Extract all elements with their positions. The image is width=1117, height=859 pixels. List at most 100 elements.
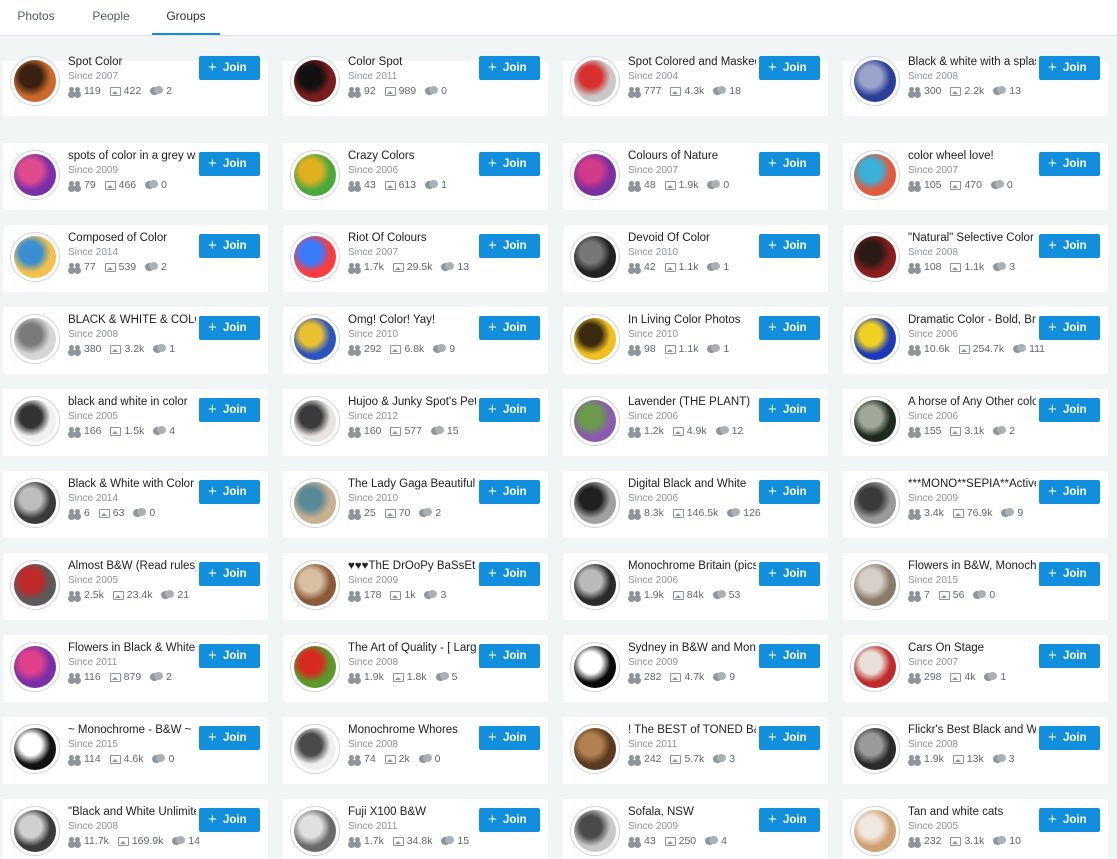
join-button[interactable]: + Join — [1039, 808, 1100, 832]
group-card[interactable]: In Living Color Photos Since 2010 98 1.1… — [563, 307, 828, 374]
join-button[interactable]: + Join — [1039, 234, 1100, 258]
join-button[interactable]: + Join — [1039, 398, 1100, 422]
group-name[interactable]: Black & white with a splash — [908, 54, 1036, 70]
group-name[interactable]: A horse of Any Other color — [908, 394, 1036, 410]
group-avatar[interactable] — [570, 642, 620, 692]
group-card[interactable]: color wheel love! Since 2007 105 470 0 +… — [843, 143, 1108, 210]
group-name[interactable]: Black & White with Color — [68, 476, 196, 492]
join-button[interactable]: + Join — [1039, 480, 1100, 504]
group-name[interactable]: Tan and white cats — [908, 804, 1036, 820]
group-card[interactable]: Dramatic Color - Bold, Bright Since 2006… — [843, 307, 1108, 374]
join-button[interactable]: + Join — [759, 398, 820, 422]
group-name[interactable]: Omg! Color! Yay! — [348, 312, 476, 328]
group-card[interactable]: The Art of Quality - [ Large ] Since 200… — [283, 635, 548, 702]
join-button[interactable]: + Join — [1039, 316, 1100, 340]
join-button[interactable]: + Join — [479, 480, 540, 504]
group-avatar[interactable] — [850, 642, 900, 692]
group-name[interactable]: Sofala, NSW — [628, 804, 756, 820]
tab-photos[interactable]: Photos — [0, 0, 72, 35]
group-card[interactable]: Devoid Of Color Since 2010 42 1.1k 1 + J… — [563, 225, 828, 292]
group-avatar[interactable] — [850, 560, 900, 610]
group-name[interactable]: ***MONO**SEPIA**Active — [908, 476, 1036, 492]
group-name[interactable]: black and white in color — [68, 394, 196, 410]
join-button[interactable]: + Join — [199, 726, 260, 750]
group-name[interactable]: The Art of Quality - [ Large ] — [348, 640, 476, 656]
group-name[interactable]: In Living Color Photos — [628, 312, 756, 328]
group-card[interactable]: Sydney in B&W and Mono Since 2009 282 4.… — [563, 635, 828, 702]
group-avatar[interactable] — [10, 56, 60, 106]
group-name[interactable]: Devoid Of Color — [628, 230, 756, 246]
group-avatar[interactable] — [570, 396, 620, 446]
group-card[interactable]: Color Spot Since 2011 92 989 0 + Join — [283, 56, 548, 116]
group-name[interactable]: spots of color in a grey world — [68, 148, 196, 164]
group-name[interactable]: Flickr's Best Black and White — [908, 722, 1036, 738]
group-name[interactable]: Cars On Stage — [908, 640, 1036, 656]
group-name[interactable]: "Black and White Unlimited" — [68, 804, 196, 820]
group-avatar[interactable] — [850, 478, 900, 528]
group-name[interactable]: BLACK & WHITE & COLOR — [68, 312, 196, 328]
join-button[interactable]: + Join — [479, 234, 540, 258]
join-button[interactable]: + Join — [479, 808, 540, 832]
group-avatar[interactable] — [850, 150, 900, 200]
group-avatar[interactable] — [290, 642, 340, 692]
group-name[interactable]: Fuji X100 B&W — [348, 804, 476, 820]
group-name[interactable]: ♥♥♥ThE DrOoPy BaSsEtS — [348, 558, 476, 574]
group-card[interactable]: Flowers in B&W, Monochrome Since 2015 7 … — [843, 553, 1108, 620]
group-card[interactable]: Composed of Color Since 2014 77 539 2 + … — [3, 225, 268, 292]
group-card[interactable]: Almost B&W (Read rules) Since 2005 2.5k … — [3, 553, 268, 620]
group-card[interactable]: Lavender (THE PLANT) Since 2006 1.2k 4.9… — [563, 389, 828, 456]
join-button[interactable]: + Join — [199, 316, 260, 340]
group-avatar[interactable] — [290, 396, 340, 446]
tab-people[interactable]: People — [78, 0, 144, 35]
group-card[interactable]: ~ Monochrome - B&W ~ Since 2015 114 4.6k… — [3, 717, 268, 784]
group-card[interactable]: Spot Colored and Masked Since 2004 777 4… — [563, 56, 828, 116]
group-avatar[interactable] — [850, 806, 900, 856]
join-button[interactable]: + Join — [479, 152, 540, 176]
group-avatar[interactable] — [10, 396, 60, 446]
group-card[interactable]: Monochrome Britain (pics) Since 2006 1.9… — [563, 553, 828, 620]
group-card[interactable]: Riot Of Colours Since 2007 1.7k 29.5k 13… — [283, 225, 548, 292]
group-avatar[interactable] — [10, 560, 60, 610]
group-avatar[interactable] — [570, 314, 620, 364]
join-button[interactable]: + Join — [759, 56, 820, 80]
group-avatar[interactable] — [290, 478, 340, 528]
join-button[interactable]: + Join — [199, 152, 260, 176]
group-card[interactable]: "Natural" Selective Color Since 2008 108… — [843, 225, 1108, 292]
group-card[interactable]: Flickr's Best Black and White Since 2008… — [843, 717, 1108, 784]
group-name[interactable]: Color Spot — [348, 54, 476, 70]
group-name[interactable]: ~ Monochrome - B&W ~ — [68, 722, 196, 738]
group-card[interactable]: spots of color in a grey world Since 200… — [3, 143, 268, 210]
join-button[interactable]: + Join — [479, 56, 540, 80]
group-avatar[interactable] — [290, 806, 340, 856]
join-button[interactable]: + Join — [1039, 726, 1100, 750]
group-card[interactable]: Monochrome Whores Since 2008 74 2k 0 + J… — [283, 717, 548, 784]
group-avatar[interactable] — [290, 150, 340, 200]
join-button[interactable]: + Join — [759, 234, 820, 258]
group-name[interactable]: "Natural" Selective Color — [908, 230, 1036, 246]
group-name[interactable]: Spot Color — [68, 54, 196, 70]
group-avatar[interactable] — [850, 724, 900, 774]
join-button[interactable]: + Join — [1039, 56, 1100, 80]
group-name[interactable]: Lavender (THE PLANT) — [628, 394, 756, 410]
group-avatar[interactable] — [290, 724, 340, 774]
group-name[interactable]: Monochrome Whores — [348, 722, 476, 738]
join-button[interactable]: + Join — [759, 562, 820, 586]
group-card[interactable]: Colours of Nature Since 2007 48 1.9k 0 +… — [563, 143, 828, 210]
group-avatar[interactable] — [10, 478, 60, 528]
join-button[interactable]: + Join — [1039, 644, 1100, 668]
group-card[interactable]: Sofala, NSW Since 2009 43 250 4 + Join — [563, 799, 828, 859]
group-avatar[interactable] — [850, 396, 900, 446]
join-button[interactable]: + Join — [479, 726, 540, 750]
group-avatar[interactable] — [570, 232, 620, 282]
group-name[interactable]: Sydney in B&W and Mono — [628, 640, 756, 656]
join-button[interactable]: + Join — [759, 726, 820, 750]
group-card[interactable]: Cars On Stage Since 2007 298 4k 1 + Join — [843, 635, 1108, 702]
group-avatar[interactable] — [570, 724, 620, 774]
group-name[interactable]: Composed of Color — [68, 230, 196, 246]
group-avatar[interactable] — [850, 56, 900, 106]
join-button[interactable]: + Join — [199, 562, 260, 586]
group-avatar[interactable] — [570, 56, 620, 106]
group-avatar[interactable] — [10, 150, 60, 200]
group-name[interactable]: Flowers in B&W, Monochrome — [908, 558, 1036, 574]
group-avatar[interactable] — [570, 806, 620, 856]
